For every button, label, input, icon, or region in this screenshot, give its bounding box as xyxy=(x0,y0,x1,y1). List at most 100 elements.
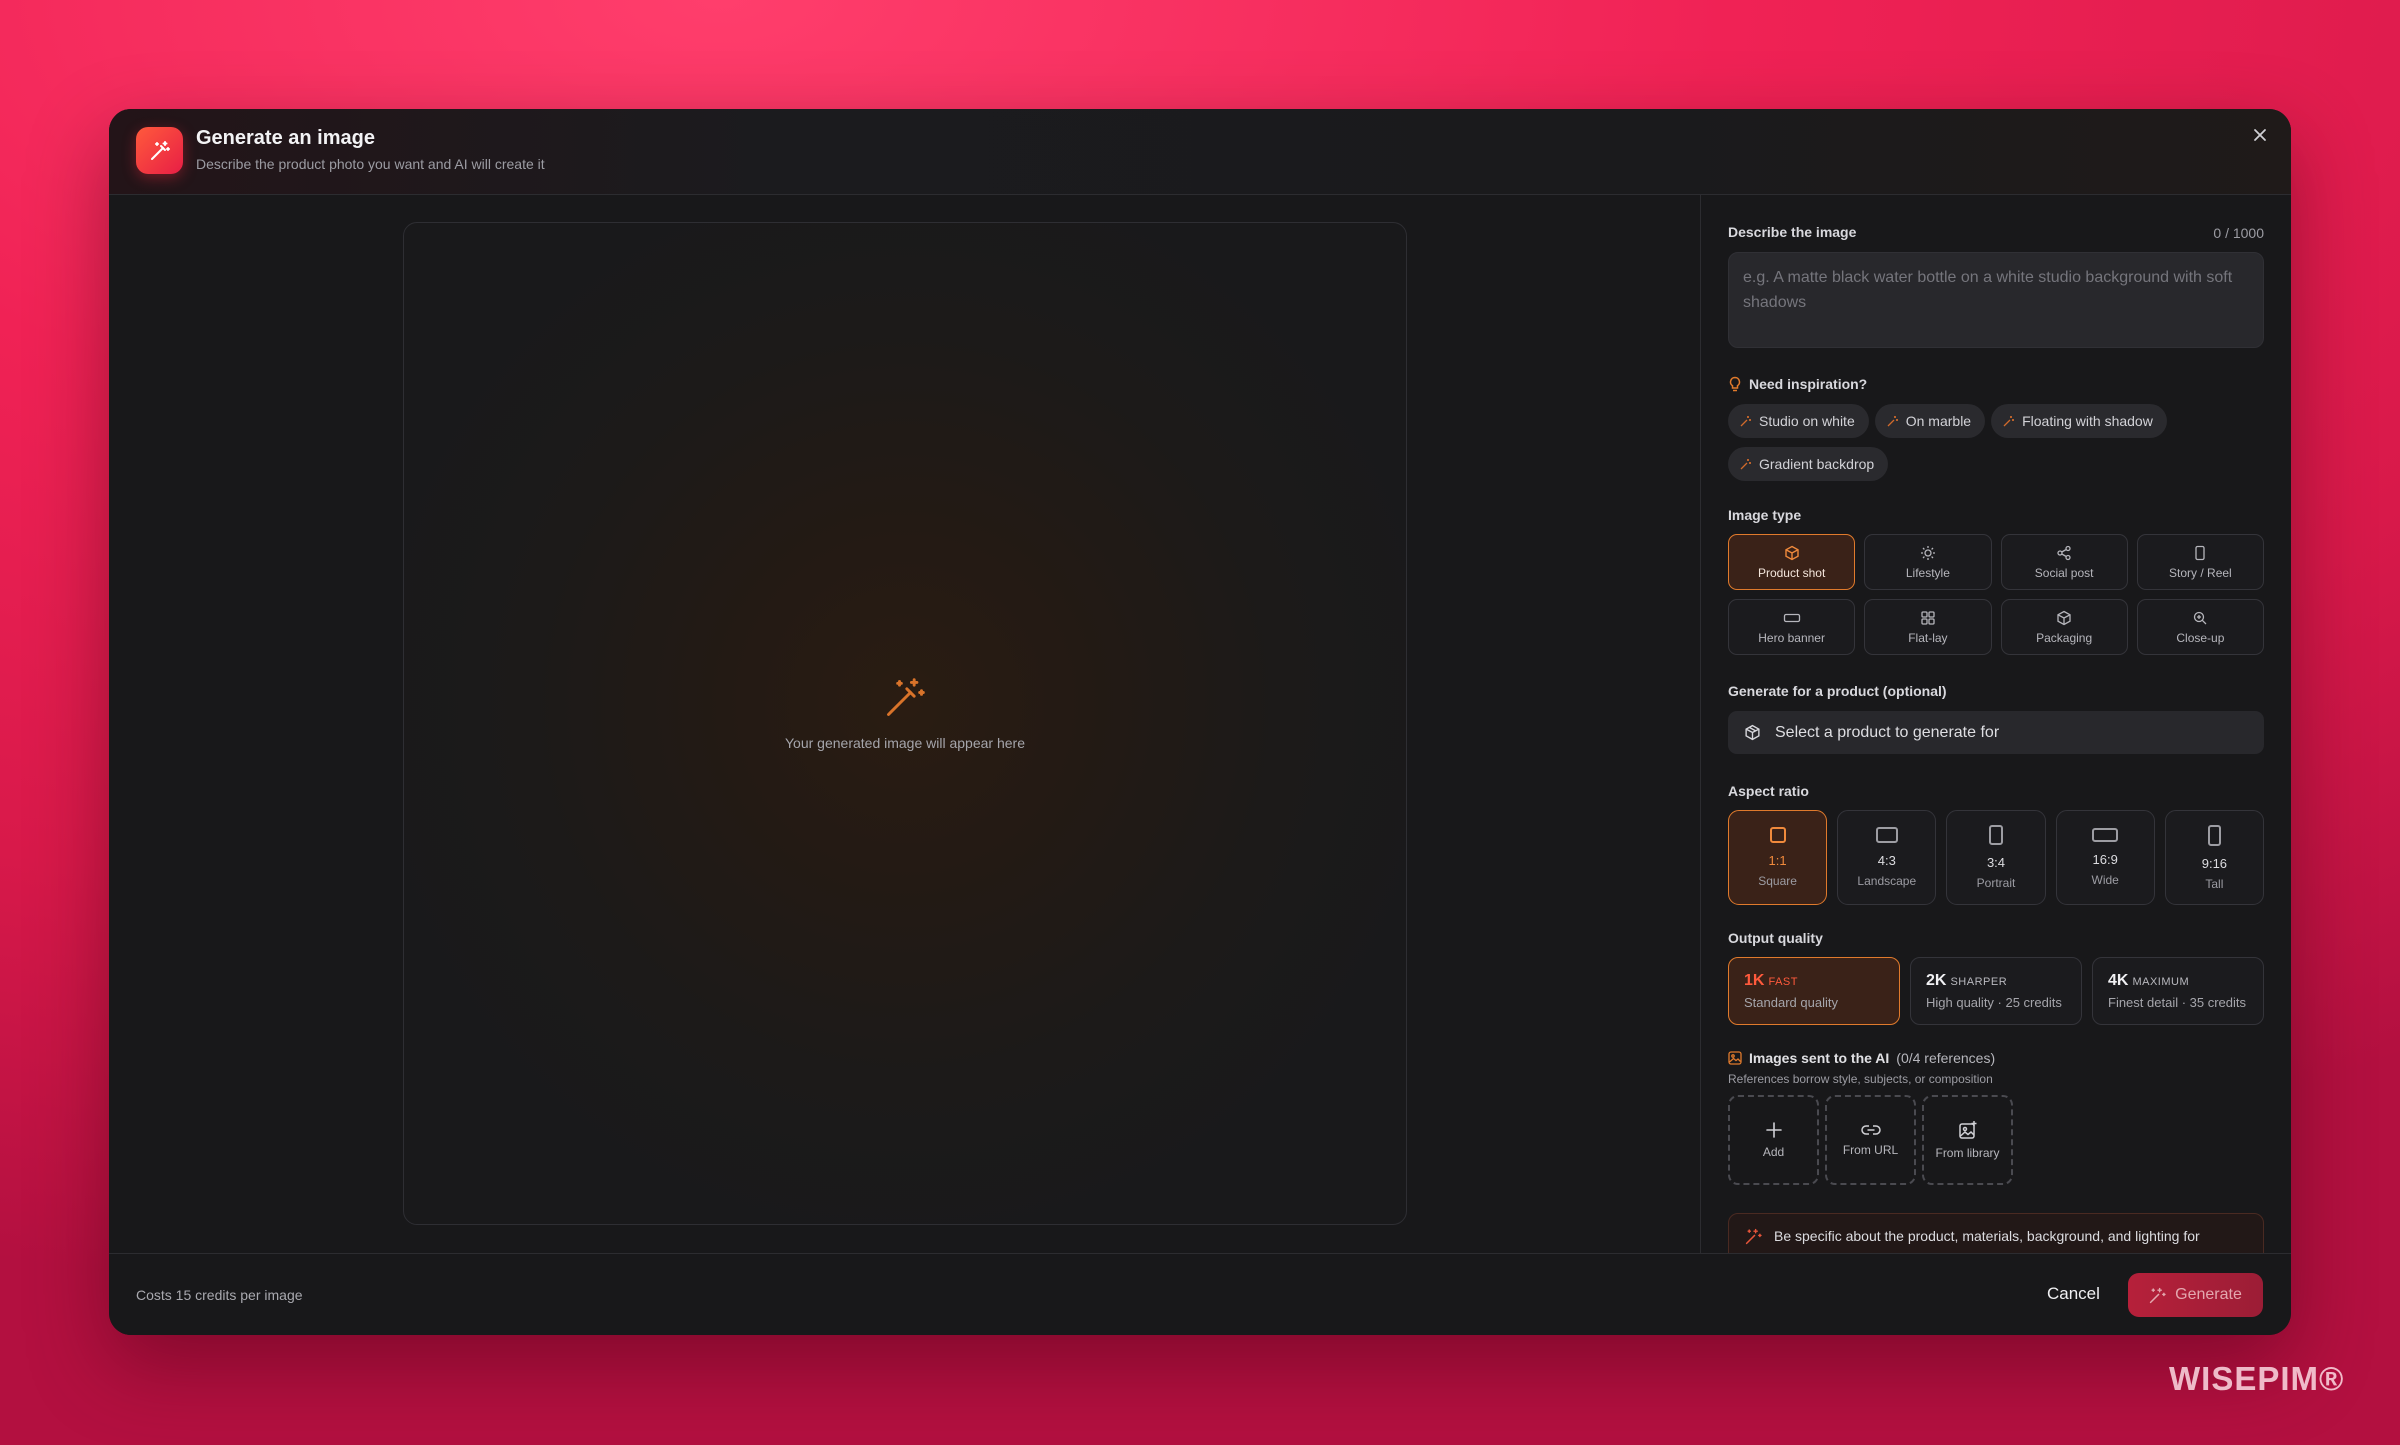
generate-label: Generate xyxy=(2175,1286,2242,1303)
chip-on-marble[interactable]: On marble xyxy=(1874,404,1986,438)
sparkle-wand-icon xyxy=(1740,459,1751,470)
quality-res: 4K xyxy=(2108,972,2129,989)
product-select-placeholder: Select a product to generate for xyxy=(1775,723,2000,741)
sparkle-wand-icon xyxy=(2003,416,2015,427)
quality-desc: High quality · 25 credits xyxy=(1926,995,2062,1010)
quality-label: Output quality xyxy=(1728,930,1823,946)
describe-label: Describe the image xyxy=(1728,224,1857,240)
image-type-label-text: Product shot xyxy=(1757,565,1826,580)
chip-gradient-backdrop[interactable]: Gradient backdrop xyxy=(1728,447,1889,481)
quality-2k[interactable]: 2K SHARPER High quality · 25 credits xyxy=(1910,957,2082,1025)
image-icon xyxy=(1728,1051,1742,1065)
wide-shape-icon xyxy=(2092,828,2119,842)
landscape-shape-icon xyxy=(1875,827,1898,843)
ratio-value: 3:4 xyxy=(1986,855,2006,870)
quality-4k[interactable]: 4K MAXIMUM Finest detail · 35 credits xyxy=(2092,957,2264,1025)
sparkle-wand-icon xyxy=(1740,416,1751,427)
square-shape-icon xyxy=(1769,827,1786,843)
aspect-ratio-9-16[interactable]: 9:16 Tall xyxy=(2164,810,2264,905)
generate-image-dialog: Generate an image Describe the product p… xyxy=(109,109,2291,1335)
image-type-product-shot[interactable]: Product shot xyxy=(1728,534,1856,590)
sparkle-wand-icon xyxy=(1745,1228,1762,1245)
aspect-ratio-label: Aspect ratio xyxy=(1728,783,1809,799)
ratio-value: 9:16 xyxy=(2201,855,2228,871)
image-type-flat-lay[interactable]: Flat-lay xyxy=(1864,599,1992,655)
image-preview-canvas: Your generated image will appear here xyxy=(403,222,1407,1225)
reference-actions: Add From URL From library xyxy=(1728,1095,2264,1185)
quality-section: Output quality 1K FAST Standard quality 2… xyxy=(1728,930,2264,1025)
zoom-icon xyxy=(2194,611,2207,624)
sparkle-wand-icon xyxy=(1887,416,1898,427)
image-type-close-up[interactable]: Close-up xyxy=(2136,599,2264,655)
prompt-textarea[interactable]: e.g. A matte black water bottle on a whi… xyxy=(1728,252,2264,348)
references-heading: Images sent to the AI (0/4 references) xyxy=(1728,1050,2264,1066)
ratio-label: Square xyxy=(1758,874,1797,888)
close-button[interactable] xyxy=(2245,120,2275,150)
ratio-value: 1:1 xyxy=(1768,853,1787,868)
quality-1k[interactable]: 1K FAST Standard quality xyxy=(1728,957,1900,1025)
ratio-value: 16:9 xyxy=(2092,852,2118,867)
image-type-label-text: Hero banner xyxy=(1758,630,1825,645)
aspect-ratio-section: Aspect ratio 1:1 Square 4:3 Landscape 3:… xyxy=(1728,783,2264,905)
add-reference-button[interactable]: Add xyxy=(1728,1095,1819,1185)
ratio-value: 4:3 xyxy=(1877,853,1896,868)
preview-pane: Your generated image will appear here xyxy=(109,195,1700,1253)
product-select[interactable]: Select a product to generate for xyxy=(1728,711,2264,754)
ratio-label: Landscape xyxy=(1857,874,1917,888)
describe-section: Describe the image 0 / 1000 e.g. A matte… xyxy=(1728,224,2264,348)
sun-icon xyxy=(1920,545,1935,560)
chip-label: On marble xyxy=(1905,413,1972,429)
aspect-ratio-4-3[interactable]: 4:3 Landscape xyxy=(1837,810,1937,905)
chip-floating-with-shadow[interactable]: Floating with shadow xyxy=(1991,404,2167,438)
phone-icon xyxy=(2195,545,2206,560)
chip-studio-on-white[interactable]: Studio on white xyxy=(1728,404,1869,438)
quality-res: 1K xyxy=(1744,972,1765,989)
image-type-story-reel[interactable]: Story / Reel xyxy=(2136,534,2264,590)
aspect-ratio-grid: 1:1 Square 4:3 Landscape 3:4 Portrait 16… xyxy=(1728,810,2264,905)
banner-icon xyxy=(1783,613,1800,622)
prompt-tip: Be specific about the product, materials… xyxy=(1728,1213,2264,1253)
quality-desc: Finest detail · 35 credits xyxy=(2108,995,2247,1010)
cube-icon xyxy=(1784,545,1799,560)
image-type-label-text: Lifestyle xyxy=(1905,565,1950,580)
inspiration-chips: Studio on white On marble Floating with … xyxy=(1728,404,2264,490)
image-type-label: Image type xyxy=(1728,507,1802,523)
tip-section: Be specific about the product, materials… xyxy=(1728,1213,2264,1253)
image-type-hero-banner[interactable]: Hero banner xyxy=(1728,599,1856,655)
image-type-lifestyle[interactable]: Lifestyle xyxy=(1864,534,1992,590)
image-type-label-text: Story / Reel xyxy=(2169,565,2232,580)
image-type-packaging[interactable]: Packaging xyxy=(2000,599,2128,655)
references-section: Images sent to the AI (0/4 references) R… xyxy=(1728,1050,2264,1185)
tall-shape-icon xyxy=(2207,824,2221,846)
close-icon xyxy=(2254,129,2266,141)
reference-from-url-button[interactable]: From URL xyxy=(1825,1095,1916,1185)
aspect-ratio-16-9[interactable]: 16:9 Wide xyxy=(2055,810,2155,905)
cancel-button[interactable]: Cancel xyxy=(2047,1284,2100,1304)
inspiration-label: Need inspiration? xyxy=(1749,376,1868,392)
references-label: Images sent to the AI xyxy=(1749,1050,1890,1066)
image-plus-icon xyxy=(1958,1121,1976,1139)
aspect-ratio-1-1[interactable]: 1:1 Square xyxy=(1728,810,1828,905)
product-label: Generate for a product (optional) xyxy=(1728,683,1947,699)
dialog-subtitle: Describe the product photo you want and … xyxy=(196,156,545,172)
link-icon xyxy=(1860,1125,1881,1135)
preview-placeholder: Your generated image will appear here xyxy=(404,676,1406,751)
image-type-social-post[interactable]: Social post xyxy=(2000,534,2128,590)
preview-placeholder-text: Your generated image will appear here xyxy=(785,735,1025,751)
references-count: (0/4 references) xyxy=(1896,1050,1996,1066)
credits-cost: Costs 15 credits per image xyxy=(136,1287,303,1303)
inspiration-section: Need inspiration? Studio on white On mar… xyxy=(1728,376,2264,490)
aspect-ratio-3-4[interactable]: 3:4 Portrait xyxy=(1946,810,2046,905)
tip-text: Be specific about the product, materials… xyxy=(1774,1228,2200,1244)
inspiration-heading: Need inspiration? xyxy=(1728,376,2264,392)
reference-from-library-button[interactable]: From library xyxy=(1922,1095,2013,1185)
quality-tag: FAST xyxy=(1768,976,1798,988)
dialog-header: Generate an image Describe the product p… xyxy=(109,109,2291,195)
dialog-title: Generate an image xyxy=(196,127,375,149)
image-type-section: Image type Product shot Lifestyle Social… xyxy=(1728,507,2264,655)
settings-pane: Describe the image 0 / 1000 e.g. A matte… xyxy=(1700,195,2291,1253)
chip-label: Floating with shadow xyxy=(2022,413,2153,429)
magic-wand-icon xyxy=(2149,1287,2166,1303)
image-type-grid: Product shot Lifestyle Social post Story… xyxy=(1728,534,2264,655)
generate-button[interactable]: Generate xyxy=(2128,1273,2263,1317)
